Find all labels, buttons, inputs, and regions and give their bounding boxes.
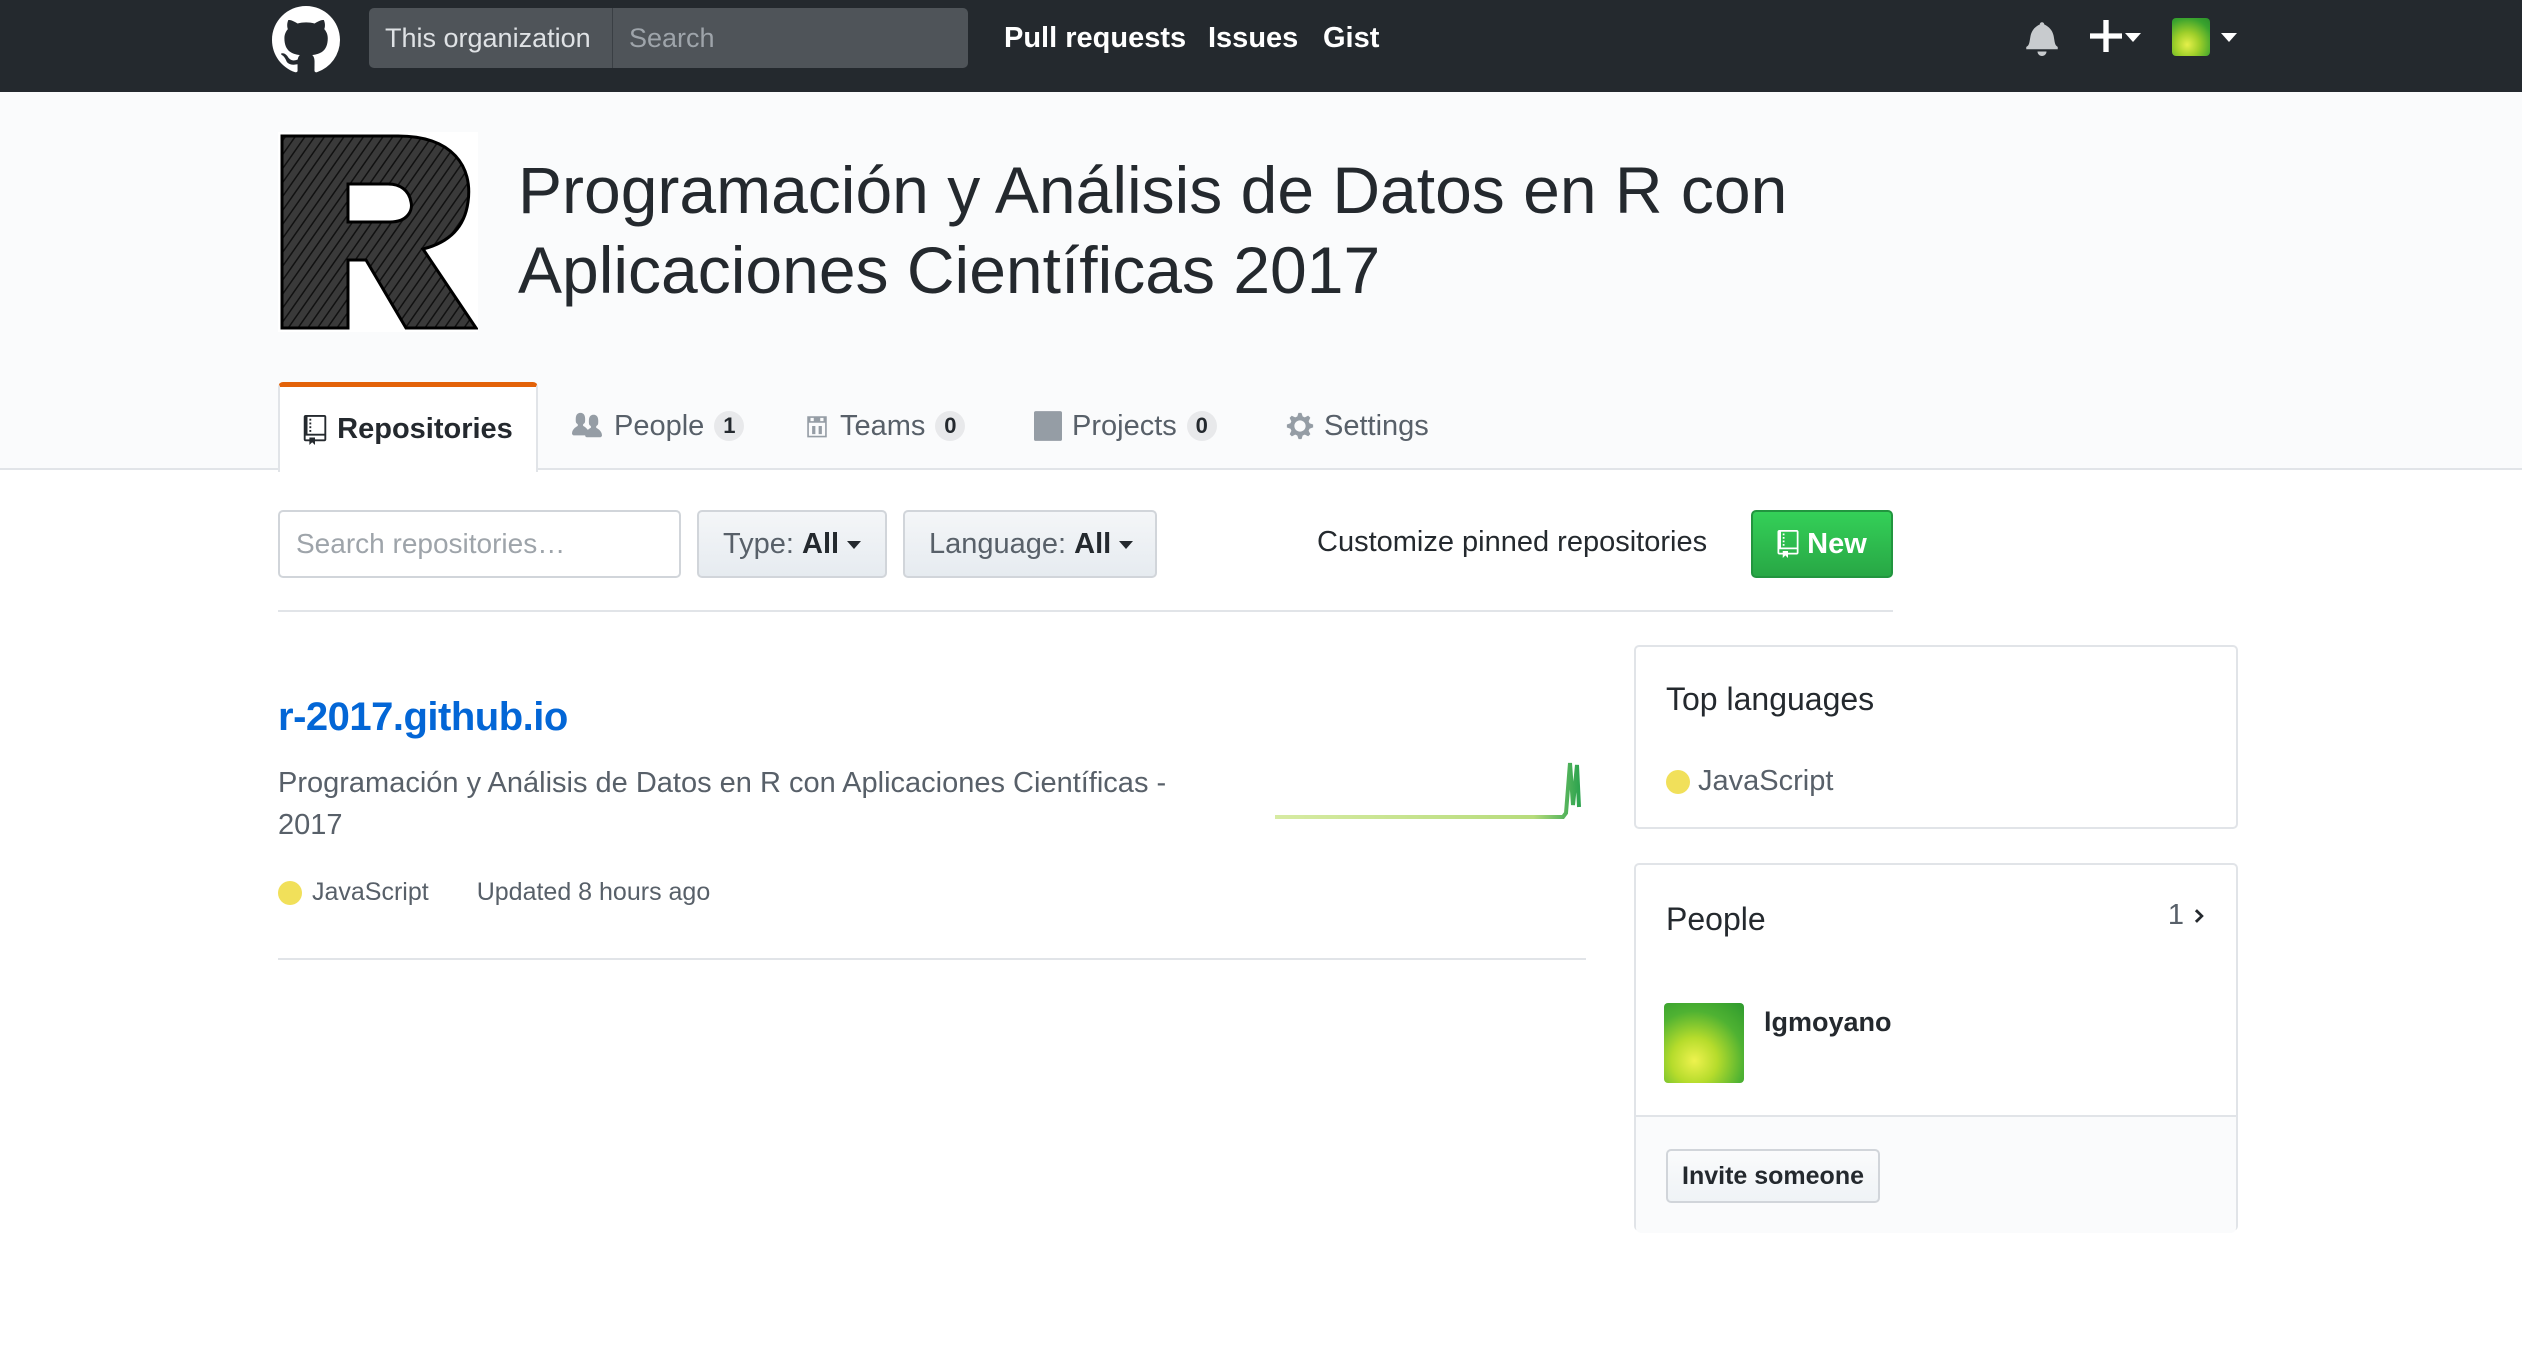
gear-icon (1286, 412, 1314, 440)
repo-meta: JavaScript Updated 8 hours ago (278, 878, 710, 907)
type-filter-value: All (802, 528, 840, 560)
nav-issues[interactable]: Issues (1208, 22, 1298, 55)
people-count-badge: 1 (714, 411, 745, 441)
tab-teams[interactable]: Teams 0 (804, 382, 966, 470)
member-login-link[interactable]: lgmoyano (1764, 1007, 1892, 1038)
caret-down-icon (847, 541, 862, 550)
repo-icon (303, 414, 327, 445)
org-title: Programación y Análisis de Datos en R co… (518, 153, 1788, 307)
member-avatar[interactable] (1664, 1003, 1744, 1083)
caret-down-icon (1119, 541, 1134, 550)
people-title: People (1666, 901, 1766, 937)
repo-language: JavaScript (312, 878, 429, 906)
people-box: People 1 lgmoyano Invite someone (1634, 863, 2238, 1233)
language-filter-value: All (1074, 528, 1112, 560)
language-name: JavaScript (1698, 765, 1834, 797)
tab-label: Teams (840, 409, 926, 442)
header-search-input[interactable]: Search (612, 8, 968, 68)
language-color-dot (1666, 769, 1690, 794)
tab-label: Settings (1324, 409, 1429, 442)
bell-icon[interactable] (2024, 20, 2060, 56)
org-r-logo (278, 132, 478, 332)
language-color-dot (278, 880, 302, 905)
tab-label: People (614, 409, 705, 442)
top-languages-title: Top languages (1666, 681, 1875, 717)
repo-icon (1777, 530, 1799, 558)
nav-pull-requests[interactable]: Pull requests (1004, 22, 1186, 55)
customize-pinned-link[interactable]: Customize pinned repositories (1317, 526, 1707, 559)
teams-icon (807, 416, 827, 438)
search-repositories-input[interactable]: Search repositories… (278, 510, 681, 578)
tab-label: Repositories (337, 413, 513, 445)
repo-description: Programación y Análisis de Datos en R co… (278, 767, 1167, 841)
type-filter-button[interactable]: Type: All (697, 510, 887, 578)
type-filter-label: Type: (723, 528, 794, 560)
top-languages-box: Top languages JavaScript (1634, 645, 2238, 829)
language-filter-label: Language: (929, 528, 1067, 560)
project-icon (1034, 411, 1062, 441)
teams-count-badge: 0 (935, 411, 966, 441)
caret-down-icon[interactable] (2221, 33, 2237, 42)
github-octocat-icon[interactable] (272, 6, 340, 74)
caret-down-icon[interactable] (2125, 33, 2141, 42)
repo-name-link[interactable]: r-2017.github.io (278, 695, 568, 740)
people-icon (572, 412, 602, 438)
language-item[interactable]: JavaScript (1666, 765, 1833, 798)
new-button-label: New (1807, 527, 1867, 560)
new-repository-button[interactable]: New (1751, 510, 1893, 578)
people-count-link[interactable]: 1 (2168, 899, 2206, 932)
people-count: 1 (2167, 899, 2184, 931)
top-header: This organization Search Pull requests I… (0, 0, 2522, 92)
tab-settings[interactable]: Settings (1286, 382, 1429, 470)
tab-repositories[interactable]: Repositories (278, 382, 538, 472)
chevron-right-icon (2194, 908, 2204, 923)
tab-people[interactable]: People 1 (570, 382, 745, 470)
language-filter-button[interactable]: Language: All (903, 510, 1157, 578)
projects-count-badge: 0 (1186, 411, 1217, 441)
search-scope-label[interactable]: This organization (369, 8, 612, 68)
activity-sparkline (1275, 762, 1581, 819)
nav-gist[interactable]: Gist (1323, 22, 1379, 55)
tab-projects[interactable]: Projects 0 (1034, 382, 1217, 470)
divider (278, 958, 1586, 960)
avatar[interactable] (2172, 18, 2210, 56)
repo-updated: Updated 8 hours ago (476, 878, 711, 906)
divider (278, 610, 1893, 612)
people-box-footer: Invite someone (1636, 1115, 2236, 1233)
invite-someone-button[interactable]: Invite someone (1666, 1149, 1880, 1203)
plus-icon[interactable] (2090, 20, 2122, 52)
tab-label: Projects (1072, 409, 1177, 442)
